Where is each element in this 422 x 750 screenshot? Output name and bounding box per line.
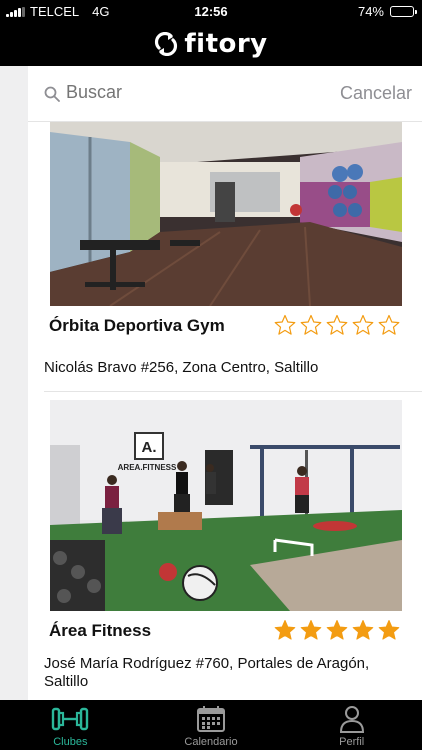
star-filled-icon [378,620,400,640]
calendar-icon [197,706,225,732]
tab-label: Clubes [53,736,88,748]
search-icon [44,86,60,102]
divider [44,391,422,392]
gym-name[interactable]: Órbita Deportiva Gym [49,316,225,336]
battery-icon [390,6,417,17]
tab-label: Perfil [339,736,365,748]
tab-perfil[interactable]: Perfil [281,700,422,750]
star-empty-icon [352,314,374,335]
brand-name: fitory [184,29,268,59]
gym-rating [274,619,400,641]
star-filled-icon [326,620,348,640]
star-empty-icon [300,314,322,335]
star-filled-icon [274,620,296,640]
gym-name[interactable]: Área Fitness [49,621,151,641]
star-empty-icon [326,314,348,335]
search-input[interactable] [66,82,296,103]
gym-interior-image [50,122,402,306]
tab-clubes[interactable]: Clubes [0,700,141,750]
content-area: Cancelar [0,66,422,700]
sign-logo: A. [142,439,157,456]
cancel-button[interactable]: Cancelar [340,83,412,104]
star-filled-icon [300,620,322,640]
tab-calendario[interactable]: Calendario [141,700,282,750]
fitory-logo-icon [155,32,178,56]
tab-bar: Clubes Calendario Perfil [0,700,422,750]
search-bar: Cancelar [28,66,422,122]
gym-address: Nicolás Bravo #256, Zona Centro, Saltill… [44,359,319,376]
gym-address: José María Rodríguez #760, Portales de A… [44,655,370,690]
gym-list-panel: Cancelar [28,66,422,700]
gym-photo[interactable] [50,122,402,306]
gym-interior-image: A. AREA.FITNESS [50,400,402,611]
status-right: 74% [357,4,417,19]
profile-icon [339,706,364,733]
status-bar: TELCEL 4G 12:56 74% [0,0,422,22]
tab-label: Calendario [184,736,238,748]
star-filled-icon [352,620,374,640]
star-empty-icon [378,314,400,335]
app-header: fitory [0,22,422,66]
battery-percent: 74% [357,4,384,19]
star-empty-icon [274,314,296,335]
sign-caption: AREA.FITNESS [118,463,177,472]
gym-rating [274,314,400,336]
barbell-icon [52,707,89,731]
gym-photo[interactable]: A. AREA.FITNESS [50,400,402,611]
